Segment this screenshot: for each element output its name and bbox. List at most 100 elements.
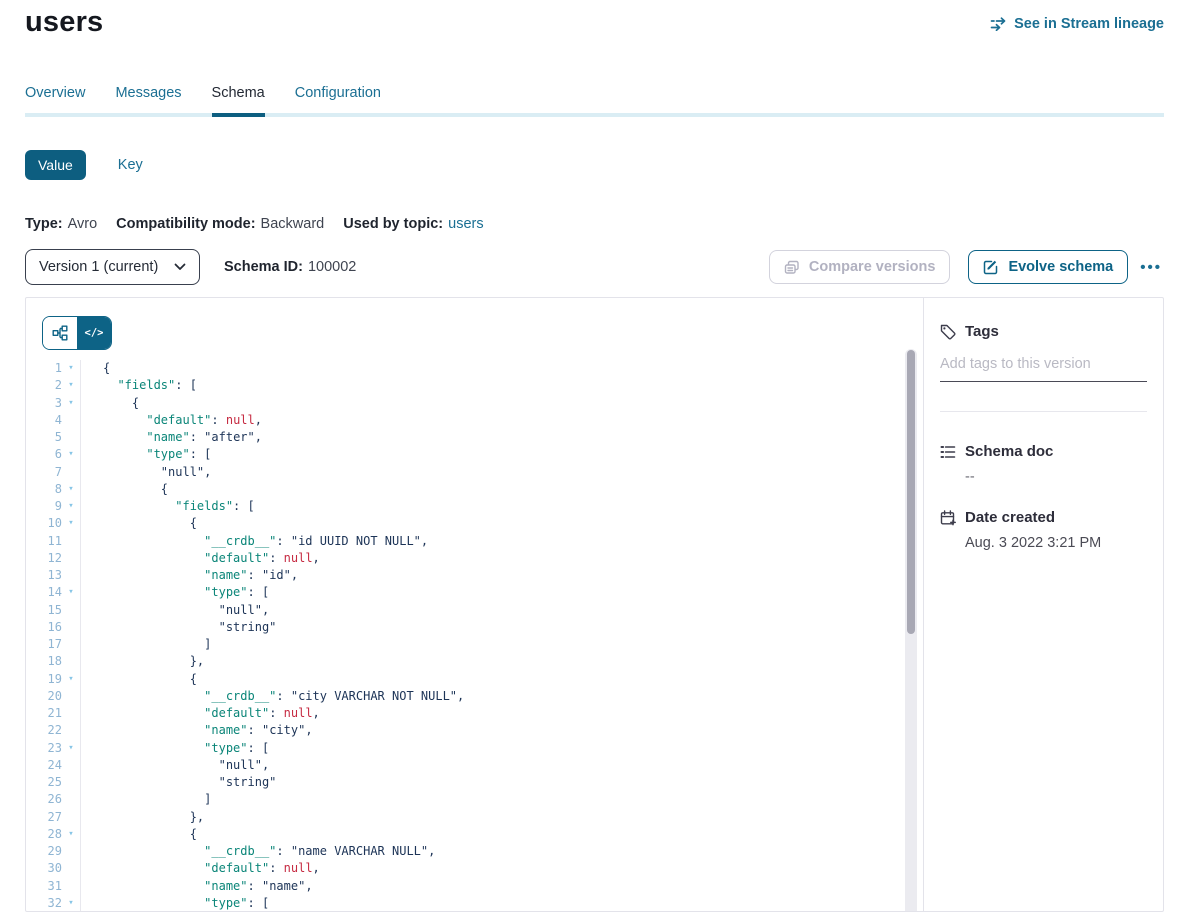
code-line: 18 }, [26, 653, 923, 670]
fold-toggle-icon[interactable]: ▾ [62, 740, 80, 757]
chevron-down-icon [174, 263, 186, 271]
tree-view-button[interactable] [43, 317, 77, 349]
code-text: { [80, 515, 923, 532]
compatibility-value: Backward [261, 216, 325, 232]
code-line: 16 "string" [26, 619, 923, 636]
fold-toggle-icon[interactable]: ▾ [62, 671, 80, 688]
code-text: { [80, 395, 923, 412]
fold-toggle-icon[interactable]: ▾ [62, 360, 80, 377]
fold-spacer [62, 722, 80, 739]
tags-heading: Tags [940, 323, 1147, 340]
schema-id: Schema ID:100002 [224, 259, 356, 275]
line-number: 8 [26, 481, 62, 498]
code-text: "fields": [ [80, 377, 923, 394]
code-editor[interactable]: 1▾{2▾ "fields": [3▾ {4 "default": null,5… [26, 360, 923, 911]
code-text: "name": "after", [80, 429, 923, 446]
fold-spacer [62, 774, 80, 791]
fold-toggle-icon[interactable]: ▾ [62, 377, 80, 394]
line-number: 20 [26, 688, 62, 705]
tab-overview[interactable]: Overview [25, 85, 85, 117]
line-number: 19 [26, 671, 62, 688]
fold-toggle-icon[interactable]: ▾ [62, 584, 80, 601]
fold-toggle-icon[interactable]: ▾ [62, 826, 80, 843]
line-number: 32 [26, 895, 62, 911]
code-line: 17 ] [26, 636, 923, 653]
editor-scrollbar-thumb[interactable] [907, 350, 915, 634]
version-select[interactable]: Version 1 (current) [25, 249, 200, 285]
fold-toggle-icon[interactable]: ▾ [62, 481, 80, 498]
type-value: Avro [68, 216, 98, 232]
fold-spacer [62, 412, 80, 429]
see-in-stream-lineage-link[interactable]: See in Stream lineage [990, 16, 1164, 32]
fold-spacer [62, 878, 80, 895]
code-text: }, [80, 653, 923, 670]
code-text: "default": null, [80, 860, 923, 877]
line-number: 12 [26, 550, 62, 567]
version-select-value: Version 1 (current) [39, 259, 158, 275]
fold-spacer [62, 429, 80, 446]
fold-toggle-icon[interactable]: ▾ [62, 515, 80, 532]
tags-input[interactable] [940, 352, 1147, 382]
code-line: 30 "default": null, [26, 860, 923, 877]
code-lines: 1▾{2▾ "fields": [3▾ {4 "default": null,5… [26, 360, 923, 911]
line-number: 18 [26, 653, 62, 670]
code-line: 25 "string" [26, 774, 923, 791]
line-number: 15 [26, 602, 62, 619]
code-line: 14▾ "type": [ [26, 584, 923, 601]
used-by-topic-link[interactable]: users [448, 216, 483, 232]
page-title: users [25, 6, 103, 39]
code-line: 9▾ "fields": [ [26, 498, 923, 515]
evolve-schema-button[interactable]: Evolve schema [968, 250, 1128, 284]
code-line: 2▾ "fields": [ [26, 377, 923, 394]
fold-toggle-icon[interactable]: ▾ [62, 446, 80, 463]
code-line: 20 "__crdb__": "city VARCHAR NOT NULL", [26, 688, 923, 705]
key-toggle-button[interactable]: Key [112, 156, 149, 174]
meta-compatibility: Compatibility mode:Backward [116, 216, 324, 232]
fold-toggle-icon[interactable]: ▾ [62, 895, 80, 911]
code-line: 3▾ { [26, 395, 923, 412]
code-text: "default": null, [80, 412, 923, 429]
more-actions-button[interactable]: ••• [1138, 255, 1164, 280]
line-number: 30 [26, 860, 62, 877]
fold-toggle-icon[interactable]: ▾ [62, 498, 80, 515]
fold-spacer [62, 550, 80, 567]
code-view-button[interactable]: </> [77, 317, 111, 349]
schema-id-label: Schema ID: [224, 259, 303, 275]
code-text: "name": "name", [80, 878, 923, 895]
fold-spacer [62, 464, 80, 481]
tab-messages[interactable]: Messages [115, 85, 181, 117]
date-created-heading: Date created [940, 509, 1147, 526]
line-number: 16 [26, 619, 62, 636]
code-line: 6▾ "type": [ [26, 446, 923, 463]
compare-versions-button[interactable]: Compare versions [769, 250, 951, 284]
code-line: 19▾ { [26, 671, 923, 688]
fold-toggle-icon[interactable]: ▾ [62, 395, 80, 412]
code-line: 11 "__crdb__": "id UUID NOT NULL", [26, 533, 923, 550]
calendar-plus-icon [940, 510, 956, 526]
schema-doc-section: Schema doc -- [940, 443, 1147, 485]
schema-doc-value: -- [940, 469, 1147, 485]
date-created-title: Date created [965, 509, 1055, 526]
code-text: ] [80, 791, 923, 808]
line-number: 28 [26, 826, 62, 843]
code-line: 31 "name": "name", [26, 878, 923, 895]
tab-schema[interactable]: Schema [212, 85, 265, 117]
fold-spacer [62, 636, 80, 653]
editor-scrollbar-track[interactable] [905, 349, 917, 911]
page-header: users See in Stream lineage [25, 0, 1164, 39]
value-toggle-button[interactable]: Value [25, 150, 86, 180]
line-number: 5 [26, 429, 62, 446]
line-number: 3 [26, 395, 62, 412]
line-number: 2 [26, 377, 62, 394]
code-text: "string" [80, 619, 923, 636]
code-text: "type": [ [80, 740, 923, 757]
code-line: 22 "name": "city", [26, 722, 923, 739]
fold-spacer [62, 688, 80, 705]
code-line: 28▾ { [26, 826, 923, 843]
line-number: 21 [26, 705, 62, 722]
tag-icon [940, 324, 956, 340]
tab-configuration[interactable]: Configuration [295, 85, 381, 117]
used-by-topic-label: Used by topic: [343, 216, 443, 232]
line-number: 4 [26, 412, 62, 429]
schema-meta-row: Type:Avro Compatibility mode:Backward Us… [25, 216, 1164, 232]
